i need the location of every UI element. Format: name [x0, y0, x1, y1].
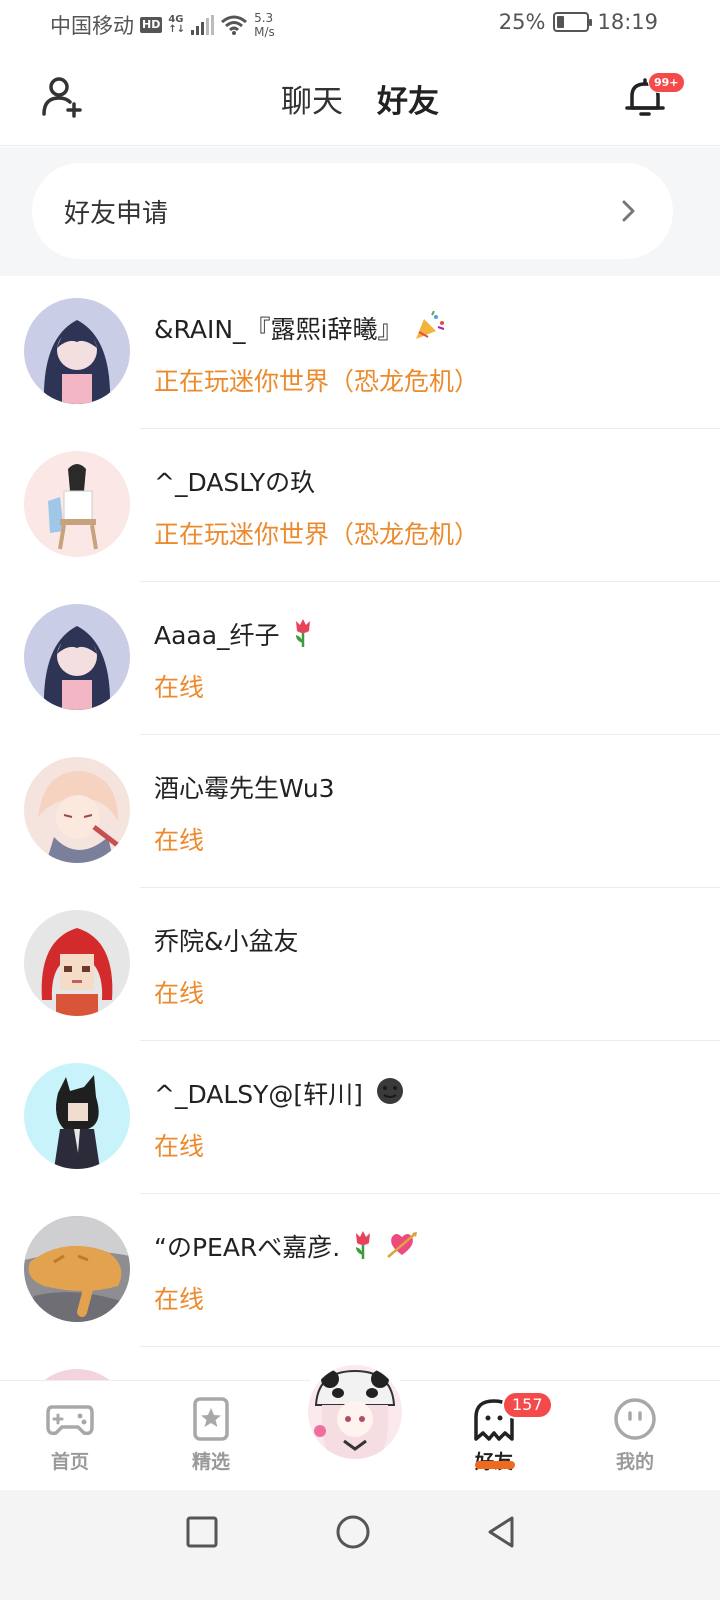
friend-nickname-text: “のPEARべ嘉彦.: [154, 1233, 341, 1262]
nav-me-label: 我的: [615, 1451, 654, 1473]
friend-nickname-text: ^_DASLYの玖: [154, 468, 316, 497]
gamepad-icon: [46, 1405, 94, 1436]
tab-friends[interactable]: 好友: [377, 76, 439, 154]
network-arrows: ↑↓: [168, 24, 186, 35]
friend-nickname-text: ^_DALSY@[轩川]: [154, 1080, 363, 1109]
tulip-icon: [356, 1231, 371, 1259]
dark-moon-face-icon: [376, 1078, 403, 1104]
friends-badge: 157: [502, 1391, 553, 1419]
friend-list-item[interactable]: ^_DASLYの玖 正在玩迷你世界（恐龙危机）: [0, 429, 720, 582]
nav-active-indicator: [475, 1461, 515, 1469]
carrier-label: 中国移动: [50, 14, 134, 38]
tab-chat-label: 聊天: [281, 84, 343, 120]
battery-icon: [553, 12, 593, 32]
chevron-right-icon: [622, 200, 635, 222]
friend-nickname-text: 酒心霉先生Wu3: [154, 774, 335, 803]
friend-nickname: &RAIN_『露熙i辞曦』: [154, 310, 446, 346]
friend-status: 正在玩迷你世界（恐龙危机）: [154, 367, 480, 396]
top-tabs: 聊天 好友: [0, 76, 720, 154]
nav-home[interactable]: 首页: [20, 1397, 120, 1474]
hd-icon: HD: [140, 17, 163, 33]
friend-status: 正在玩迷你世界（恐龙危机）: [154, 520, 480, 549]
avatar[interactable]: [24, 1063, 130, 1169]
nav-featured-label: 精选: [191, 1451, 230, 1473]
speed-unit: M/s: [254, 25, 275, 39]
top-header: 聊天 好友 99+: [0, 50, 720, 154]
friend-status: 在线: [154, 1285, 205, 1314]
wifi-icon: [221, 15, 248, 35]
avatar[interactable]: [24, 910, 130, 1016]
friend-list-item[interactable]: ^_DALSY@[轩川] 在线: [0, 1041, 720, 1194]
nav-home-label: 首页: [50, 1451, 89, 1473]
nav-featured[interactable]: 精选: [161, 1397, 261, 1474]
avatar[interactable]: [24, 604, 130, 710]
friend-nickname-text: Aaaa_纤子: [154, 621, 280, 650]
nav-center-avatar[interactable]: [300, 1357, 410, 1467]
friend-status: 在线: [154, 826, 205, 855]
friend-request-section: 好友申请: [0, 147, 720, 276]
status-left: 中国移动 HD 4G ↑↓ 5.3 M/s: [50, 10, 275, 40]
avatar[interactable]: [24, 298, 130, 404]
friend-request-button[interactable]: 好友申请: [32, 163, 673, 259]
friend-status: 在线: [154, 673, 205, 702]
friend-nickname: 酒心霉先生Wu3: [154, 769, 335, 805]
friend-list-item[interactable]: “のPEARべ嘉彦. 在线: [0, 1194, 720, 1347]
status-bar: 中国移动 HD 4G ↑↓ 5.3 M/s 25% 18:19: [0, 0, 720, 50]
heart-arrow-icon: [387, 1232, 418, 1258]
friend-list-item[interactable]: Aaaa_纤子 在线: [0, 582, 720, 735]
avatar[interactable]: [24, 1216, 130, 1322]
nav-me[interactable]: 我的: [585, 1397, 685, 1474]
friend-nickname: 乔院&小盆友: [154, 922, 299, 958]
clock: 18:19: [597, 10, 658, 34]
friend-nickname: ^_DASLYの玖: [154, 463, 315, 499]
battery-fill: [557, 16, 565, 28]
status-right: 25% 18:19: [499, 10, 658, 34]
signal-icon: [191, 15, 215, 35]
avatar[interactable]: [24, 757, 130, 863]
battery-percent: 25%: [498, 10, 546, 34]
friend-nickname-text: &RAIN_『露熙i辞曦』: [154, 315, 403, 344]
avatar[interactable]: [24, 451, 130, 557]
friend-list-item[interactable]: &RAIN_『露熙i辞曦』 正在玩迷你世界（恐龙危机）: [0, 276, 720, 429]
friend-status: 在线: [154, 1132, 205, 1161]
friend-request-label: 好友申请: [64, 198, 169, 229]
tulip-icon: [295, 619, 310, 647]
avatar: [308, 1365, 402, 1459]
friend-nickname-text: 乔院&小盆友: [154, 927, 299, 956]
friend-list: &RAIN_『露熙i辞曦』 正在玩迷你世界（恐龙危机） ^_DASLYの玖 正在…: [0, 276, 720, 1500]
tab-chat[interactable]: 聊天: [281, 76, 343, 129]
notification-badge: 99+: [648, 72, 685, 93]
system-nav-bar: [0, 1490, 720, 1600]
back-triangle-icon[interactable]: [482, 1512, 522, 1552]
speed-value: 5.3: [254, 11, 274, 25]
friend-status: 在线: [154, 979, 205, 1008]
bottom-nav: 首页 精选 好友 157 我的: [0, 1357, 720, 1490]
recent-apps-icon[interactable]: [182, 1512, 222, 1552]
friend-nickname: “のPEARべ嘉彦.: [154, 1228, 418, 1264]
party-popper-icon: [416, 311, 445, 339]
tab-friends-label: 好友: [377, 84, 439, 120]
home-circle-icon[interactable]: [333, 1512, 373, 1552]
friend-nickname: Aaaa_纤子: [154, 616, 314, 652]
network-type-icon: 4G ↑↓: [168, 15, 185, 35]
smiley-icon: [614, 1398, 656, 1440]
friend-nickname: ^_DALSY@[轩川]: [154, 1075, 405, 1111]
friend-list-item[interactable]: 乔院&小盆友 在线: [0, 888, 720, 1041]
friend-list-item[interactable]: 酒心霉先生Wu3 在线: [0, 735, 720, 888]
network-speed: 5.3 M/s: [254, 11, 275, 39]
star-card-icon: [193, 1397, 229, 1441]
